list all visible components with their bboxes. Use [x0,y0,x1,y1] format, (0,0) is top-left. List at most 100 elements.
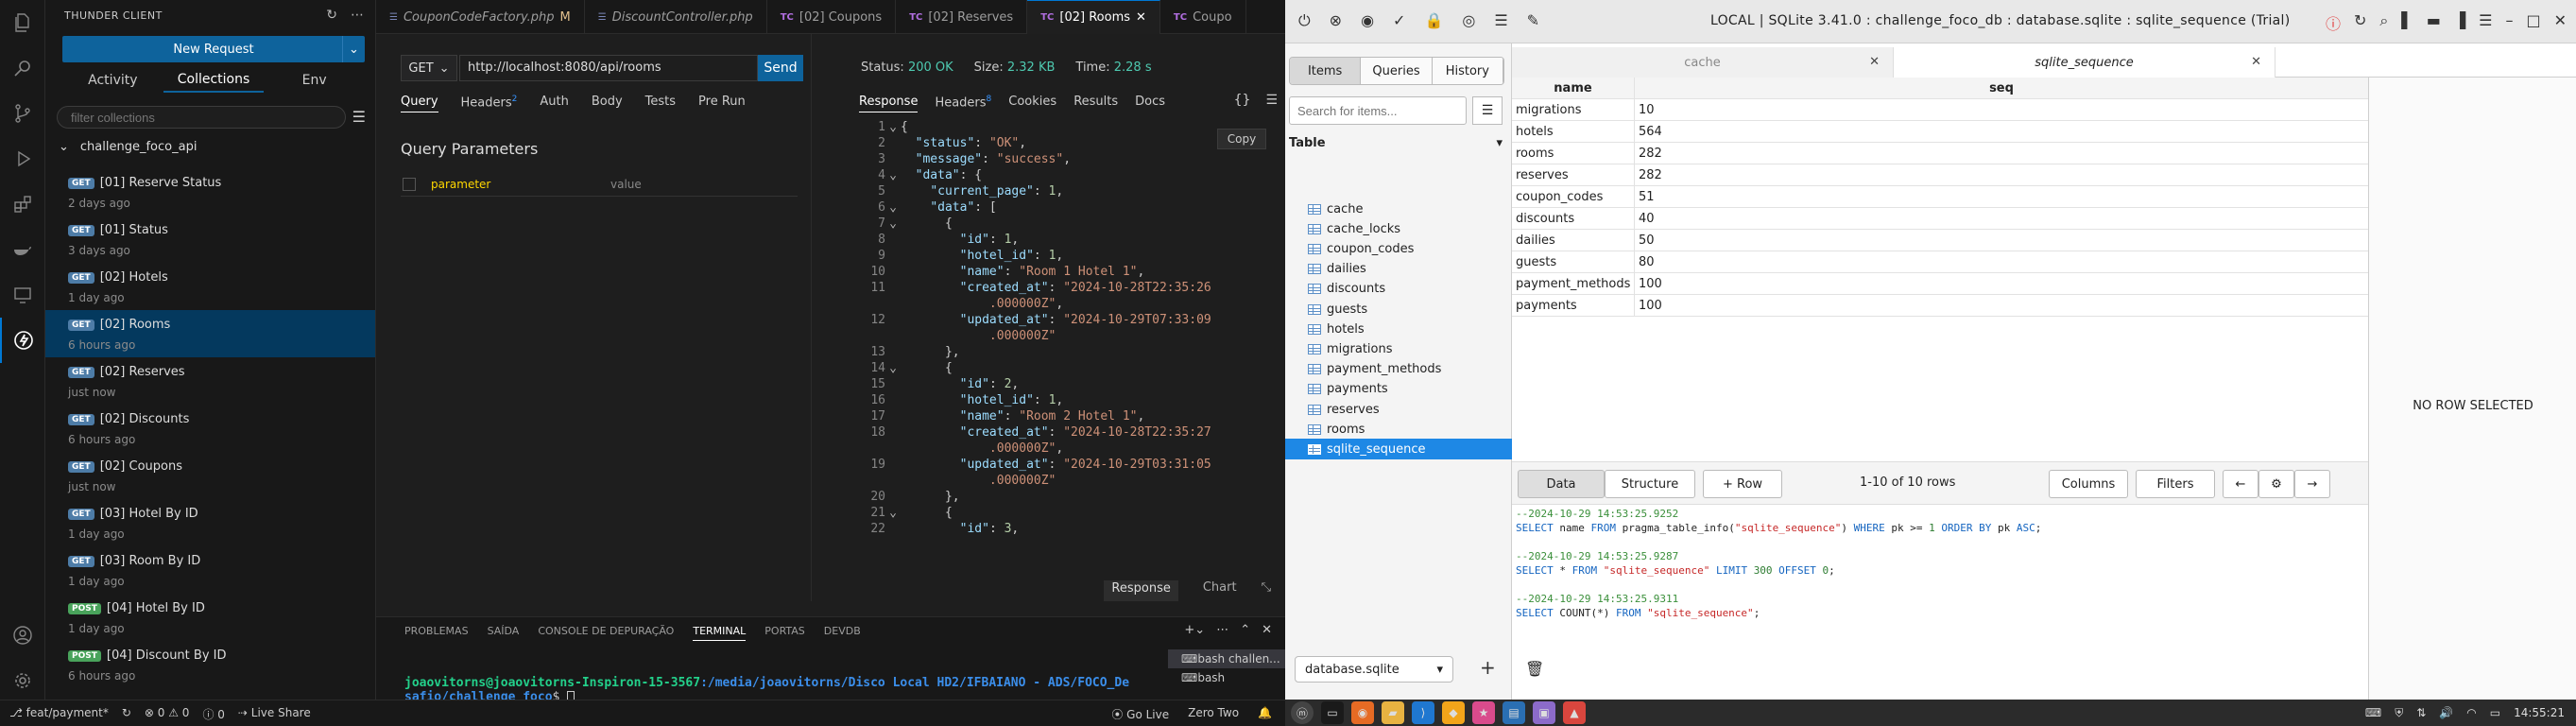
filter-collections-input[interactable] [57,106,346,129]
table-item[interactable]: dailies [1285,259,1512,280]
structure-button[interactable]: Structure [1605,470,1695,498]
braces-icon[interactable]: {} [1234,93,1251,108]
editor-tab[interactable]: ☰ DiscountController.php [585,0,767,34]
problems-status[interactable]: ⊗ 0 ⚠ 0 [145,706,190,722]
terminal-item[interactable]: ⌨ bash [1168,668,1285,687]
collection-header[interactable]: ⌄ challenge_foco_api [59,140,197,154]
bottom-panel-icon[interactable]: ▬ [2427,11,2441,34]
shield-icon[interactable]: ⛨ [2395,706,2403,720]
cell-seq[interactable]: 40 [1635,208,2368,229]
fold-chevron-icon[interactable]: ⌄ [885,216,901,232]
cell-name[interactable]: payments [1512,295,1635,316]
clock[interactable]: 14:55:21 [2514,706,2565,720]
table-item[interactable]: coupon_codes [1285,238,1512,259]
columns-button[interactable]: Columns [2049,470,2128,498]
table-row[interactable]: dailies 50 [1512,230,2368,251]
cell-name[interactable]: guests [1512,251,1635,272]
image-app-icon[interactable]: ▲ [1563,701,1586,724]
cell-seq[interactable]: 282 [1635,164,2368,185]
source-control-icon[interactable] [0,91,45,136]
table-item[interactable]: sqlite_sequence [1285,439,1512,460]
cell-seq[interactable]: 564 [1635,121,2368,142]
search-items-input[interactable] [1289,96,1467,125]
table-row[interactable]: rooms 282 [1512,143,2368,164]
tab-body[interactable]: Body [592,95,623,112]
docker-icon[interactable] [0,227,45,272]
tab-headers[interactable]: Headers2 [461,95,518,112]
tab-sqlite-sequence[interactable]: sqlite_sequence ✕ [1894,47,2275,78]
menu-icon[interactable]: ☰ [352,108,366,126]
check-icon[interactable]: ✓ [1393,11,1405,30]
trash-icon[interactable]: 🗑 [1525,660,1544,678]
table-row[interactable]: payment_methods 100 [1512,273,2368,295]
fold-chevron-icon[interactable]: ⌄ [885,505,901,521]
branch-status[interactable]: ⎇ feat/payment* [9,706,109,722]
tab-cache[interactable]: cache ✕ [1512,47,1894,78]
account-icon[interactable] [0,613,45,658]
editor-tab[interactable]: TC Coupo [1160,0,1246,34]
chevron-down-icon[interactable]: ⌄ [342,36,365,62]
info-status[interactable]: ⓘ 0 [202,706,224,722]
more-icon[interactable]: ⋯ [1216,623,1228,637]
param-value-input[interactable]: value [610,178,642,191]
request-item[interactable]: GET [02] Reserves just now [45,357,375,405]
tab-auth[interactable]: Auth [540,95,568,112]
sqlite-app-icon[interactable]: ▤ [1503,701,1525,724]
star-app-icon[interactable]: ★ [1472,701,1495,724]
table-row[interactable]: guests 80 [1512,251,2368,273]
table-row[interactable]: migrations 10 [1512,99,2368,121]
table-row[interactable]: reserves 282 [1512,164,2368,186]
volume-icon[interactable]: 🔊 [2439,706,2453,720]
table-item[interactable]: migrations [1285,338,1512,359]
table-item[interactable]: payment_methods [1285,359,1512,380]
method-select[interactable]: GET ⌄ [401,55,457,81]
tab-env[interactable]: Env [264,68,365,93]
table-row[interactable]: coupon_codes 51 [1512,186,2368,208]
terminal-app-icon[interactable]: ▭ [1321,701,1344,724]
column-header-name[interactable]: name [1512,78,1635,98]
add-row-button[interactable]: + Row [1703,470,1782,498]
table-item[interactable]: cache_locks [1285,218,1512,239]
send-button[interactable]: Send [758,55,803,81]
seg-history[interactable]: History [1432,58,1503,84]
request-item[interactable]: GET [02] Coupons just now [45,452,375,499]
editor-app-icon[interactable]: ▣ [1533,701,1555,724]
table-item[interactable]: rooms [1285,419,1512,440]
tab-activity[interactable]: Activity [62,68,163,93]
close-icon[interactable]: ✕ [1262,623,1272,637]
add-terminal-icon[interactable]: +⌄ [1184,623,1205,637]
data-button[interactable]: Data [1518,470,1605,498]
menu-icon[interactable]: ☰ [2479,11,2492,34]
param-checkbox[interactable] [403,178,416,191]
tab-results[interactable]: Results [1073,95,1118,112]
cell-seq[interactable]: 282 [1635,143,2368,164]
cell-seq[interactable]: 50 [1635,230,2368,251]
extensions-icon[interactable] [0,182,45,227]
fold-chevron-icon[interactable]: ⌄ [885,360,901,376]
response-view-button[interactable]: Response [1104,580,1178,601]
database-icon[interactable]: ☰ [1494,11,1507,30]
chart-view-button[interactable]: Chart [1203,580,1237,601]
maximize-icon[interactable]: □ [2526,11,2540,34]
table-row[interactable]: payments 100 [1512,295,2368,317]
request-item[interactable]: GET [03] Room By ID 1 day ago [45,546,375,594]
editor-tab[interactable]: TC [02] Coupons [767,0,897,34]
close-icon[interactable]: ✕ [1136,10,1146,25]
table-section-header[interactable]: Table ▾ [1289,136,1503,150]
left-panel-icon[interactable]: ▌ [2401,11,2413,34]
cell-seq[interactable]: 80 [1635,251,2368,272]
refresh-icon[interactable]: ↻ [2354,11,2366,34]
request-item[interactable]: GET [01] Reserve Status 2 days ago [45,168,375,216]
expand-icon[interactable]: ⤡ [1262,580,1271,601]
tab-response-headers[interactable]: Headers8 [935,95,991,112]
table-item[interactable]: cache [1285,199,1512,219]
panel-tab[interactable]: PROBLEMAS [404,625,469,641]
request-item[interactable]: POST [04] Discount By ID 6 hours ago [45,641,375,688]
seg-items[interactable]: Items [1290,58,1362,84]
terminal-item[interactable]: ⌨ bash challen... [1168,649,1285,668]
close-icon[interactable]: ✕ [2554,11,2567,34]
cell-seq[interactable]: 100 [1635,295,2368,316]
go-live-status[interactable]: ⦿ Go Live [1111,706,1169,722]
table-item[interactable]: discounts [1285,279,1512,300]
table-row[interactable]: discounts 40 [1512,208,2368,230]
